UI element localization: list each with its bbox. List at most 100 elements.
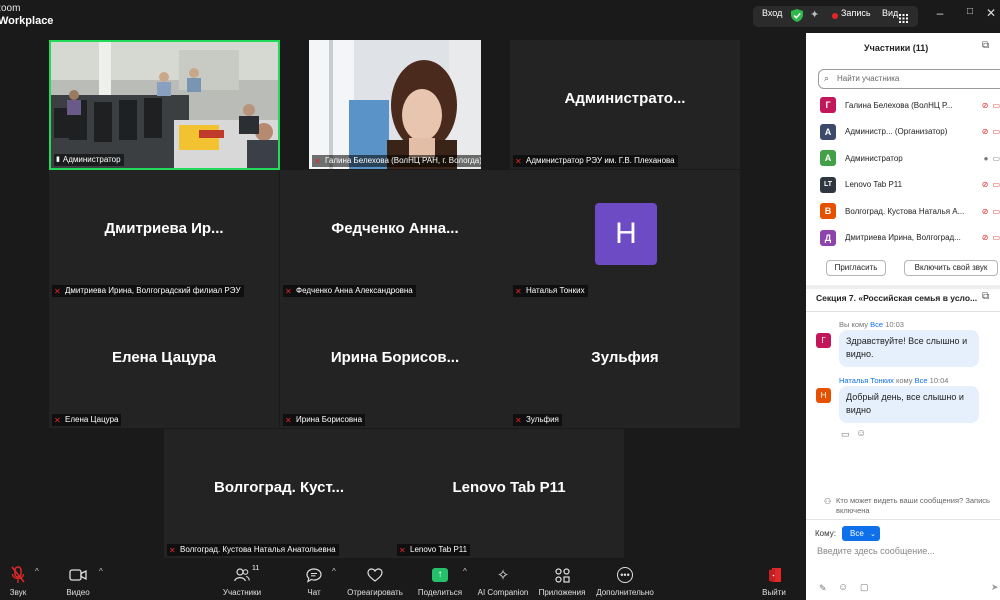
mic-off-icon: ✕ bbox=[169, 545, 176, 555]
camera-off-icon: ▭ bbox=[992, 233, 1000, 242]
format-icon[interactable]: ✎ bbox=[819, 583, 827, 594]
message-time: 10:04 bbox=[929, 376, 949, 385]
mic-off-icon: ✕ bbox=[515, 156, 522, 166]
react-button[interactable]: Отреагировать bbox=[343, 565, 407, 597]
emoji-icon[interactable]: ☺ bbox=[838, 582, 848, 593]
video-gallery: ▮ Администратор ✕ Галина Белехова (ВолНЦ… bbox=[0, 33, 806, 563]
message-meta: Наталья Тонких кому Все 10:04 bbox=[839, 376, 948, 385]
participant-row[interactable]: В Волгоград. Кустова Наталья А... ⊘ ▭ bbox=[820, 201, 1000, 221]
apps-icon bbox=[554, 567, 570, 583]
message-meta: Вы кому Все 10:03 bbox=[839, 320, 904, 329]
leave-door-icon bbox=[769, 568, 781, 582]
mic-on-icon: ● bbox=[983, 153, 989, 163]
more-button[interactable]: ••• Дополнительно bbox=[593, 565, 657, 597]
participant-row[interactable]: LT Lenovo Tab P11 ⊘ ▭ bbox=[820, 175, 1000, 195]
participant-status-icons: ⊘ ▭ bbox=[982, 233, 1000, 242]
participants-count: 11 bbox=[252, 565, 260, 572]
participant-status-icons: ⊘ ▭ bbox=[982, 207, 1000, 216]
chat-popout-icon[interactable]: ⧉ bbox=[982, 291, 989, 302]
participant-avatar: А bbox=[820, 150, 836, 166]
video-tile[interactable]: Дмитриева Ир... ✕ Дмитриева Ирина, Волго… bbox=[49, 170, 279, 299]
heart-icon bbox=[367, 568, 383, 582]
security-shield-icon[interactable] bbox=[791, 9, 803, 22]
participant-search-input[interactable]: ⌕ Найти участника bbox=[818, 69, 1000, 89]
mic-off-icon: ✕ bbox=[515, 415, 522, 425]
tile-display-name: Елена Цацура bbox=[112, 349, 216, 366]
video-tile[interactable]: Администрато... ✕ Администратор РЭУ им. … bbox=[510, 40, 740, 169]
tile-label-text: Наталья Тонких bbox=[526, 286, 585, 295]
chat-options-chevron-icon[interactable]: ^ bbox=[332, 567, 336, 576]
message-sender: Вы bbox=[839, 320, 850, 329]
video-tile-administrator[interactable]: ▮ Администратор bbox=[49, 40, 280, 170]
participant-row[interactable]: А Администратор ● ▭ bbox=[820, 148, 1000, 168]
view-button[interactable]: Вид bbox=[882, 8, 898, 18]
video-tile[interactable]: Елена Цацура ✕ Елена Цацура bbox=[49, 299, 279, 428]
share-label: Поделиться bbox=[417, 588, 463, 597]
react-label: Отреагировать bbox=[347, 588, 403, 597]
chat-message-bubble[interactable]: Добрый день, все слышно и видно bbox=[839, 386, 979, 423]
app-logo: zoom Workplace bbox=[0, 3, 53, 27]
audio-button[interactable]: Звук bbox=[0, 565, 50, 597]
grid-view-icon[interactable] bbox=[899, 10, 908, 28]
mic-off-icon: ✕ bbox=[399, 545, 406, 555]
leave-button[interactable]: Выйти bbox=[742, 565, 806, 597]
meeting-toolbar: Звук ^ Видео ^ 11 Участники Чат ^ Отреаг… bbox=[0, 563, 806, 600]
participant-row[interactable]: Г Галина Белехова (ВолНЦ Р... ⊘ ▭ bbox=[820, 95, 1000, 115]
share-screen-icon: ↑ bbox=[432, 568, 448, 582]
message-to-word: кому bbox=[851, 320, 869, 329]
audio-options-chevron-icon[interactable]: ^ bbox=[35, 567, 39, 576]
chat-button[interactable]: Чат bbox=[282, 565, 346, 597]
camera-off-icon: ▭ bbox=[992, 127, 1000, 136]
video-tile[interactable]: H ✕ Наталья Тонких bbox=[510, 170, 740, 299]
camera-off-icon: ▭ bbox=[992, 180, 1000, 189]
send-icon[interactable]: ➤ bbox=[991, 582, 999, 593]
tile-name-label: ✕ Волгоград. Кустова Наталья Анатольевна bbox=[167, 544, 339, 556]
recipient-dropdown[interactable]: Все ⌄ bbox=[842, 526, 880, 541]
participant-row[interactable]: Д Дмитриева Ирина, Волгоград... ⊘ ▭ bbox=[820, 228, 1000, 248]
tile-name-label: ▮ Администратор bbox=[54, 154, 124, 166]
video-options-chevron-icon[interactable]: ^ bbox=[99, 567, 103, 576]
apps-button[interactable]: Приложения bbox=[530, 565, 594, 597]
add-reaction-icon[interactable]: ☺ bbox=[856, 428, 866, 439]
zoom-window: zoom Workplace Вход ✦ Запись Вид – □ ✕ bbox=[0, 0, 1000, 600]
tile-label-text: Волгоград. Кустова Наталья Анатольевна bbox=[180, 545, 336, 554]
chat-label: Чат bbox=[307, 588, 321, 597]
video-tile[interactable]: Ирина Борисов... ✕ Ирина Борисовна bbox=[280, 299, 510, 428]
minimize-icon[interactable]: – bbox=[932, 6, 948, 20]
mic-off-icon: ✕ bbox=[54, 286, 61, 296]
share-options-chevron-icon[interactable]: ^ bbox=[463, 567, 467, 576]
popout-icon[interactable]: ⧉ bbox=[982, 40, 989, 51]
video-tile[interactable]: Lenovo Tab P11 ✕ Lenovo Tab P11 bbox=[394, 429, 624, 558]
file-icon[interactable]: ▢ bbox=[860, 582, 869, 593]
video-tile-galina[interactable]: ✕ Галина Белехова (ВолНЦ РАН, г. Вологда… bbox=[309, 40, 481, 169]
video-tile[interactable]: Федченко Анна... ✕ Федченко Анна Алексан… bbox=[280, 170, 510, 299]
unmute-self-button[interactable]: Включить свой звук bbox=[904, 260, 998, 276]
tile-name-label: ✕ Галина Белехова (ВолНЦ РАН, г. Вологда… bbox=[312, 155, 481, 167]
chat-message-bubble[interactable]: Здравствуйте! Все слышно и видно. bbox=[839, 330, 979, 367]
tile-name-label: ✕ Наталья Тонких bbox=[513, 285, 588, 297]
message-input[interactable]: Введите здесь сообщение... bbox=[817, 546, 997, 562]
record-label[interactable]: Запись bbox=[841, 8, 871, 18]
participant-row[interactable]: А Администр... (Организатор) ⊘ ▭ bbox=[820, 122, 1000, 142]
participants-button[interactable]: 11 Участники bbox=[210, 565, 274, 597]
reply-icon[interactable]: ▭ bbox=[841, 429, 850, 440]
mic-off-icon: ⊘ bbox=[981, 100, 989, 110]
maximize-icon[interactable]: □ bbox=[962, 6, 978, 17]
audio-label: Звук bbox=[9, 588, 27, 597]
sparkle-icon[interactable]: ✦ bbox=[810, 8, 819, 21]
to-label: Кому: bbox=[815, 529, 836, 538]
video-tile[interactable]: Волгоград. Куст... ✕ Волгоград. Кустова … bbox=[164, 429, 394, 558]
message-avatar-initial: Г bbox=[821, 336, 826, 345]
participant-avatar: LT bbox=[820, 176, 836, 193]
tile-name-label: ✕ Дмитриева Ирина, Волгоградский филиал … bbox=[52, 285, 244, 297]
tile-name-label: ✕ Елена Цацура bbox=[52, 414, 122, 426]
invite-button[interactable]: Пригласить bbox=[826, 260, 886, 276]
mic-off-icon: ⊘ bbox=[981, 206, 989, 216]
ai-companion-button[interactable]: ✧ AI Companion bbox=[471, 565, 535, 597]
signin-button[interactable]: Вход bbox=[762, 8, 782, 18]
mic-off-icon: ✕ bbox=[285, 415, 292, 425]
camera-icon bbox=[69, 569, 87, 581]
person-video-feed bbox=[309, 40, 481, 169]
close-icon[interactable]: ✕ bbox=[983, 6, 999, 20]
video-tile[interactable]: Зульфия ✕ Зульфия bbox=[510, 299, 740, 428]
